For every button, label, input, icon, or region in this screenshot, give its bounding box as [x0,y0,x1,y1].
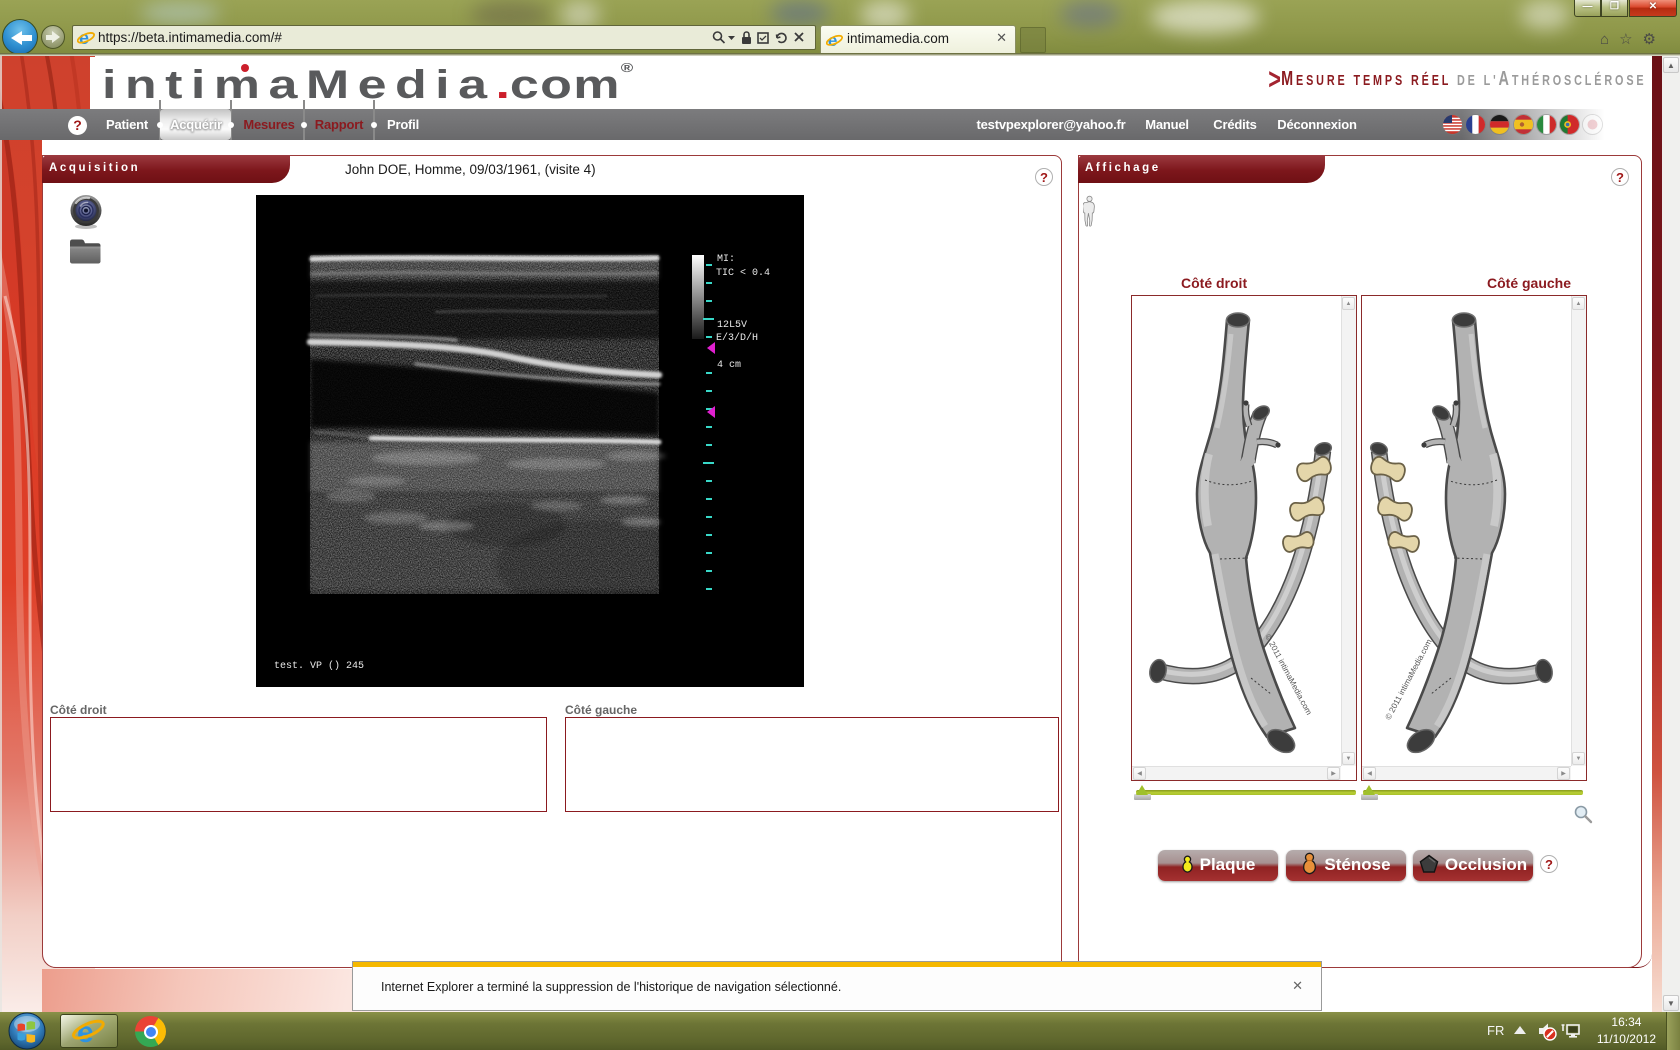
svg-text:TIC < 0.4: TIC < 0.4 [716,268,770,279]
svg-text:e: e [77,1016,94,1048]
svg-text:12L5V: 12L5V [717,320,747,331]
svg-text:MI:: MI: [717,254,735,265]
svg-text:test. VP () 245: test. VP () 245 [274,660,364,672]
svg-text:4 cm: 4 cm [717,360,741,371]
svg-text:E/3/D/H: E/3/D/H [716,332,758,344]
